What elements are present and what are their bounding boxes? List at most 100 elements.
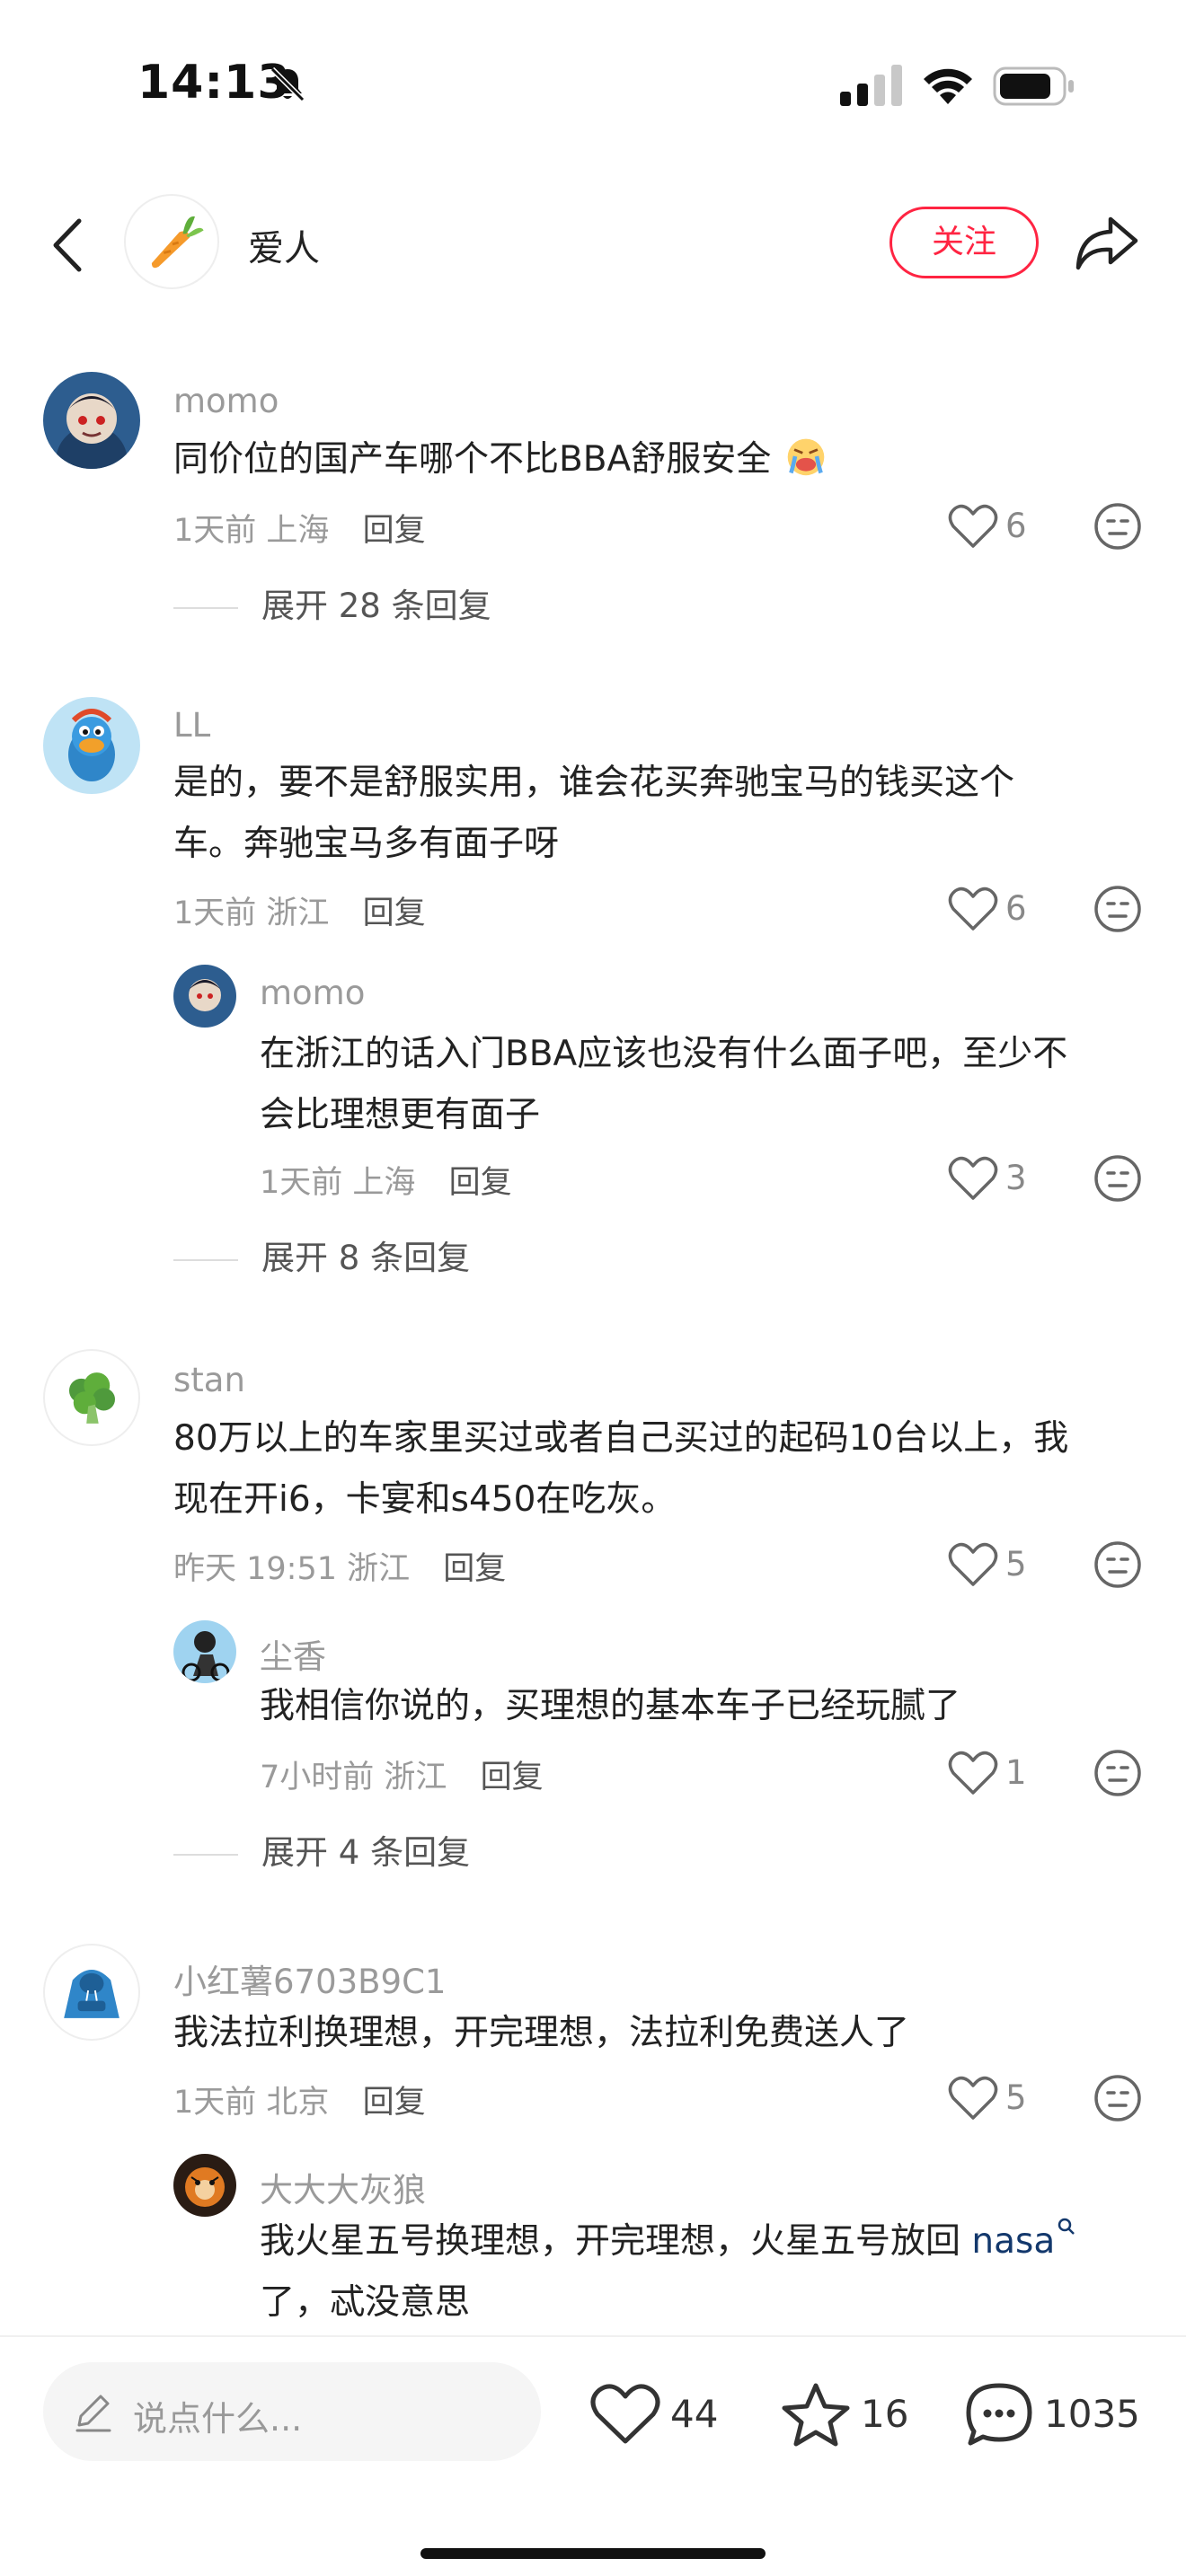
comment-location: 浙江 (266, 895, 330, 931)
meh-face-icon[interactable] (1093, 1153, 1143, 1204)
meh-face-icon[interactable] (1093, 1539, 1143, 1590)
comment-input-placeholder: 说点什么... (133, 2399, 303, 2439)
heart-outline-icon (948, 504, 998, 548)
comment-meta: 1天前 上海 回复 (173, 505, 426, 551)
like-count: 6 (1005, 507, 1027, 545)
bottom-action-bar: 说点什么... 44 16 1035 (0, 2335, 1186, 2576)
comment-meta: 1天前 浙江 回复 (173, 887, 426, 933)
comment-time: 1天前 (173, 895, 257, 931)
post-favorite-count: 16 (861, 2392, 909, 2436)
like-count: 1 (1005, 1753, 1027, 1792)
status-bar: 14:13 (0, 0, 1186, 171)
comment-location: 浙江 (347, 1551, 411, 1587)
reply-meta: 1天前 上海 回复 (260, 1157, 512, 1203)
divider-line (173, 1258, 238, 1261)
comment-input[interactable]: 说点什么... (43, 2362, 541, 2461)
meh-face-icon[interactable] (1093, 884, 1143, 934)
comment-location: 上海 (266, 513, 330, 549)
reply-time: 1天前 (260, 1165, 343, 1201)
reply-text: 在浙江的话入门BBA应该也没有什么面子吧，至少不 会比理想更有面子 (260, 1034, 1068, 1135)
divider-line (173, 1853, 238, 1856)
hoodie-icon (64, 1969, 119, 2018)
home-indicator[interactable] (420, 2548, 766, 2559)
heart-outline-icon (948, 2076, 998, 2120)
comment-post-button[interactable]: 1035 (963, 2362, 1152, 2461)
expand-replies-button[interactable]: 展开 4 条回复 (173, 1825, 470, 1874)
like-count: 3 (1005, 1159, 1027, 1197)
crying-face-icon (787, 438, 824, 476)
author-avatar[interactable] (124, 194, 219, 289)
meh-face-icon[interactable] (1093, 2073, 1143, 2123)
user-avatar[interactable] (173, 2154, 236, 2217)
comment-time: 1天前 (173, 513, 257, 549)
comment-username[interactable]: 小红薯6703B9C1 (173, 1954, 446, 2003)
author-name[interactable]: 爱人 (248, 219, 320, 271)
comment-text: 同价位的国产车哪个不比BBA舒服安全 (173, 429, 828, 490)
tiger-avatar-icon (173, 2154, 236, 2217)
user-avatar[interactable] (43, 1349, 140, 1446)
reply-text: 我相信你说的，买理想的基本车子已经玩腻了 (260, 1686, 961, 1726)
reply-button[interactable]: 回复 (363, 513, 426, 549)
comment-username[interactable]: momo (173, 382, 279, 420)
reply-button[interactable]: 回复 (363, 2085, 426, 2121)
expand-replies-button[interactable]: 展开 28 条回复 (173, 578, 491, 627)
back-icon[interactable] (45, 216, 90, 275)
user-avatar[interactable] (43, 372, 140, 469)
comment-username[interactable]: LL (173, 706, 210, 745)
like-button[interactable]: 6 (948, 882, 1047, 936)
like-button[interactable]: 6 (948, 499, 1047, 553)
share-icon[interactable] (1073, 214, 1139, 273)
user-avatar[interactable] (43, 1944, 140, 2041)
reply-button[interactable]: 回复 (363, 895, 426, 931)
reply-location: 浙江 (384, 1760, 447, 1795)
search-icon[interactable] (1057, 2217, 1076, 2236)
comment-meta: 1天前 北京 回复 (173, 2077, 426, 2122)
heart-outline-icon (948, 887, 998, 931)
star-outline-icon (782, 2383, 850, 2447)
broccoli-icon (68, 1372, 115, 1424)
cartoon-avatar-icon (43, 697, 140, 794)
reply-button[interactable]: 回复 (449, 1165, 512, 1201)
comment-username[interactable]: stan (173, 1361, 245, 1399)
carrot-icon (151, 216, 204, 269)
meh-face-icon[interactable] (1093, 501, 1143, 551)
reply-button[interactable]: 回复 (481, 1760, 544, 1795)
post-comment-count: 1035 (1044, 2392, 1140, 2436)
reply-username[interactable]: 尘香 (260, 1629, 326, 1678)
user-avatar[interactable] (43, 697, 140, 794)
silent-bell-icon (270, 66, 305, 102)
meh-face-icon[interactable] (1093, 1748, 1143, 1798)
follow-button[interactable]: 关注 (890, 207, 1039, 278)
comment-text: 我法拉利换理想，开完理想，法拉利免费送人了 (173, 2013, 910, 2053)
like-count: 5 (1005, 1545, 1027, 1584)
like-button[interactable]: 1 (948, 1746, 1047, 1800)
search-link[interactable]: nasa (971, 2221, 1055, 2262)
like-count: 5 (1005, 2078, 1027, 2117)
heart-outline-icon (948, 1542, 998, 1586)
favorite-post-button[interactable]: 16 (780, 2362, 915, 2461)
like-count: 6 (1005, 889, 1027, 928)
comment-time: 昨天 19:51 (173, 1551, 337, 1587)
pencil-icon (75, 2395, 111, 2432)
post-like-count: 44 (670, 2392, 719, 2436)
like-button[interactable]: 3 (948, 1151, 1047, 1205)
battery-icon (993, 66, 1074, 106)
cellular-signal-icon (840, 65, 902, 106)
reply-username[interactable]: momo (260, 974, 365, 1012)
expand-replies-button[interactable]: 展开 8 条回复 (173, 1231, 470, 1279)
user-avatar[interactable] (173, 1620, 236, 1683)
heart-outline-icon (948, 1751, 998, 1795)
like-button[interactable]: 5 (948, 2071, 1047, 2125)
comment-text: 80万以上的车家里买过或者自己买过的起码10台以上，我 现在开i6，卡宴和s45… (173, 1418, 1069, 1520)
reply-username[interactable]: 大大大灰狼 (260, 2163, 426, 2211)
like-button[interactable]: 5 (948, 1538, 1047, 1592)
heart-outline-icon (948, 1156, 998, 1200)
reply-button[interactable]: 回复 (443, 1551, 506, 1587)
user-avatar[interactable] (173, 965, 236, 1028)
comment-meta: 昨天 19:51 浙江 回复 (173, 1543, 506, 1589)
wifi-icon (924, 68, 972, 104)
cartoon-avatar-icon (43, 372, 140, 469)
reply-time: 7小时前 (260, 1760, 375, 1795)
chat-bubble-icon (966, 2383, 1032, 2446)
like-post-button[interactable]: 44 (589, 2362, 733, 2461)
